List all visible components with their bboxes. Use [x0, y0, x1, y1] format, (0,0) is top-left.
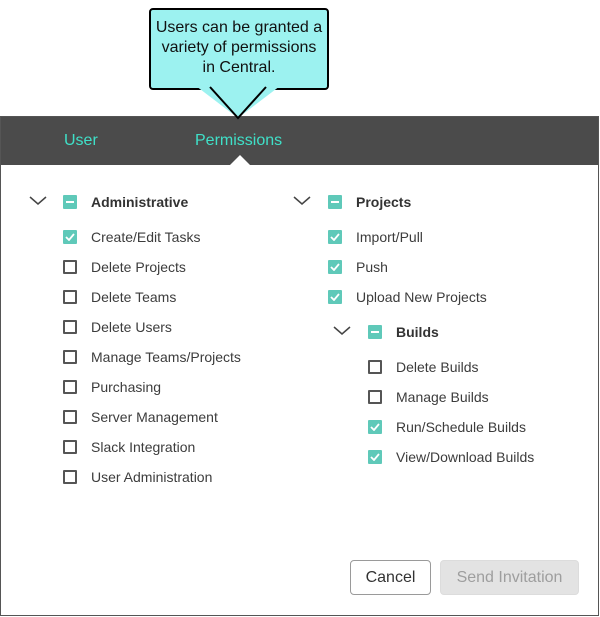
tab-user[interactable]: User [64, 132, 98, 150]
view-download-builds-checkbox[interactable] [368, 450, 382, 464]
builds-checkbox[interactable] [368, 325, 382, 339]
perm-label: Delete Users [91, 319, 172, 335]
perm-label: Delete Projects [91, 259, 186, 275]
perm-label: Create/Edit Tasks [91, 229, 201, 245]
projects-checkbox[interactable] [328, 195, 342, 209]
perm-slack-integration[interactable]: Slack Integration [63, 437, 195, 457]
push-checkbox[interactable] [328, 260, 342, 274]
upload-new-projects-checkbox[interactable] [328, 290, 342, 304]
permissions-dialog: User Permissions Administrative Create/E… [0, 116, 599, 616]
perm-label: Import/Pull [356, 229, 423, 245]
perm-label: Upload New Projects [356, 289, 487, 305]
create-edit-tasks-checkbox[interactable] [63, 230, 77, 244]
perm-label: View/Download Builds [396, 449, 535, 465]
callout-text: Users can be granted a variety of permis… [155, 19, 323, 76]
perm-import-pull[interactable]: Import/Pull [328, 227, 423, 247]
cancel-button[interactable]: Cancel [350, 560, 431, 595]
collapse-projects-icon[interactable] [293, 196, 311, 206]
perm-label: Run/Schedule Builds [396, 419, 526, 435]
run-schedule-builds-checkbox[interactable] [368, 420, 382, 434]
purchasing-checkbox[interactable] [63, 380, 77, 394]
collapse-builds-icon[interactable] [333, 326, 351, 336]
server-management-checkbox[interactable] [63, 410, 77, 424]
perm-label: Manage Builds [396, 389, 489, 405]
delete-builds-checkbox[interactable] [368, 360, 382, 374]
callout-pointer [196, 86, 280, 120]
perm-user-administration[interactable]: User Administration [63, 467, 212, 487]
user-administration-checkbox[interactable] [63, 470, 77, 484]
slack-integration-checkbox[interactable] [63, 440, 77, 454]
perm-label: Purchasing [91, 379, 162, 395]
perm-delete-projects[interactable]: Delete Projects [63, 257, 186, 277]
perm-push[interactable]: Push [328, 257, 388, 277]
active-tab-indicator [229, 155, 251, 166]
perm-purchasing[interactable]: Purchasing [63, 377, 161, 397]
administrative-checkbox[interactable] [63, 195, 77, 209]
perm-label: Delete Builds [396, 359, 479, 375]
perm-label: User Administration [91, 469, 213, 485]
send-invitation-button[interactable]: Send Invitation [440, 560, 579, 595]
group-administrative[interactable]: Administrative [63, 192, 188, 212]
group-projects[interactable]: Projects [328, 192, 411, 212]
perm-manage-builds[interactable]: Manage Builds [368, 387, 489, 407]
perm-delete-users[interactable]: Delete Users [63, 317, 172, 337]
perm-run-schedule-builds[interactable]: Run/Schedule Builds [368, 417, 526, 437]
tab-bar: User Permissions [1, 117, 598, 166]
tab-permissions[interactable]: Permissions [195, 132, 282, 150]
perm-create-edit-tasks[interactable]: Create/Edit Tasks [63, 227, 200, 247]
delete-users-checkbox[interactable] [63, 320, 77, 334]
group-builds[interactable]: Builds [368, 322, 439, 342]
collapse-administrative-icon[interactable] [29, 196, 47, 206]
perm-upload-new-projects[interactable]: Upload New Projects [328, 287, 487, 307]
group-projects-label: Projects [356, 194, 412, 210]
manage-builds-checkbox[interactable] [368, 390, 382, 404]
delete-projects-checkbox[interactable] [63, 260, 77, 274]
perm-label: Push [356, 259, 388, 275]
import-pull-checkbox[interactable] [328, 230, 342, 244]
callout-bubble: Users can be granted a variety of permis… [149, 8, 329, 90]
perm-view-download-builds[interactable]: View/Download Builds [368, 447, 534, 467]
perm-label: Delete Teams [91, 289, 177, 305]
group-administrative-label: Administrative [91, 194, 189, 210]
perm-manage-teams-projects[interactable]: Manage Teams/Projects [63, 347, 241, 367]
manage-teams-projects-checkbox[interactable] [63, 350, 77, 364]
perm-server-management[interactable]: Server Management [63, 407, 218, 427]
delete-teams-checkbox[interactable] [63, 290, 77, 304]
perm-delete-teams[interactable]: Delete Teams [63, 287, 176, 307]
perm-label: Manage Teams/Projects [91, 349, 241, 365]
group-builds-label: Builds [396, 324, 439, 340]
perm-label: Slack Integration [91, 439, 196, 455]
perm-label: Server Management [91, 409, 218, 425]
perm-delete-builds[interactable]: Delete Builds [368, 357, 479, 377]
